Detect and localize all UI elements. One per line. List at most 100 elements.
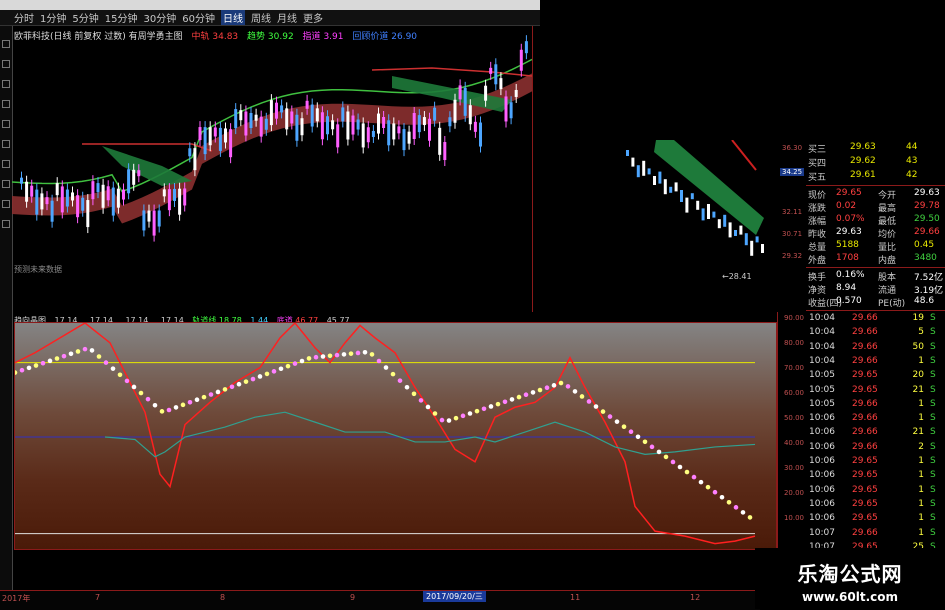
indicator-dot [138,390,144,396]
orderbook-row: 买五 29.61 42 [806,170,945,183]
candle [45,197,49,205]
candle [142,210,146,231]
period-tab[interactable]: 更多 [303,10,323,25]
tick-price: 29.65 [852,498,878,509]
indicator-dot [271,369,277,374]
tick-volume: 21 [912,427,924,438]
quote-panel: 买三 29.63 44 买四 29.62 43 买五 29.61 42 现价 29.65 今开 29.6… [806,140,945,608]
tool-icon[interactable] [2,40,10,48]
candle [315,108,319,122]
candle [310,104,314,127]
indicator-dot [152,402,158,408]
watermark-title: 乐淘公式网 [797,562,903,586]
period-tab[interactable]: 周线 [251,10,271,25]
candle [280,105,284,113]
tool-icon[interactable] [2,100,10,108]
y-tick-label: 20.00 [783,489,804,497]
tick-time: 10:04 [809,327,835,338]
tool-icon[interactable] [2,80,10,88]
indicator-dot [341,352,347,357]
tick-side: S [930,441,936,452]
mini-kline-panel[interactable]: ←28.41 [614,139,804,290]
candle [356,119,360,130]
tick-price: 29.65 [852,513,878,524]
tool-icon[interactable] [2,220,10,228]
mini-kline-chart[interactable] [614,139,782,290]
tick-time: 10:06 [809,413,835,424]
tick-time: 10:05 [809,384,835,395]
tick-side: S [930,341,936,352]
tick-side: S [930,327,936,338]
candle [178,188,182,215]
candle [25,181,29,202]
kline-panel[interactable] [11,26,533,312]
indicator-dot [432,411,438,416]
indicator-dot [89,348,95,353]
tick-price: 29.65 [852,370,878,381]
period-tab[interactable]: 1分钟 [40,10,66,25]
candle [479,122,482,147]
indicator-dot [229,384,235,390]
tool-icon[interactable] [2,140,10,148]
indicator-dot [26,365,32,371]
fund-value: 3.19亿 [914,286,944,296]
tick-price: 29.66 [852,441,878,452]
tick-row: 10:06 29.66 1 S [806,413,945,426]
candle [152,210,156,236]
period-tab[interactable]: 30分钟 [143,10,176,25]
indicator-dot [257,374,263,379]
candle [137,170,141,177]
mini-candle [680,190,683,202]
period-tab[interactable]: 60分钟 [182,10,215,25]
candle [86,200,90,228]
cursor-date: 2017/09/20/三 [423,591,486,602]
tool-icon[interactable] [2,120,10,128]
mini-candle [674,182,678,192]
period-tab[interactable]: 分时 [14,10,34,25]
stat-row: 外盘 1708 内盘 3480 [806,253,945,266]
mini-candle [642,160,646,176]
candle [453,99,457,123]
tick-time: 10:06 [809,427,835,438]
tool-icon[interactable] [2,200,10,208]
orderbook-price: 29.62 [850,156,876,166]
indicator-dot [460,413,466,419]
fund-label: 净资 [808,286,827,296]
tool-icon[interactable] [2,60,10,68]
candle [382,117,386,129]
period-tab[interactable]: 月线 [277,10,297,25]
period-tab[interactable]: 5分钟 [72,10,98,25]
tool-icon[interactable] [2,160,10,168]
candle [504,96,508,122]
tick-side: S [930,498,936,509]
tick-side: S [930,413,936,424]
stat-value: 29.63 [836,227,862,237]
candle [468,105,472,125]
indicator-dot [33,363,39,368]
candle [76,195,80,218]
candle [203,127,207,155]
stat-value: 5188 [836,240,859,250]
kline-chart[interactable] [11,26,533,312]
period-tab[interactable]: 日线 [220,10,245,25]
tick-volume: 19 [912,313,924,323]
stat-value: 1708 [836,253,859,263]
mini-candle [734,230,737,236]
candle [65,189,69,207]
stat-label: 最高 [878,204,897,214]
tick-price: 29.65 [852,470,878,481]
tick-side: S [930,470,936,481]
candle [127,169,131,194]
candle [428,118,431,141]
tool-icon[interactable] [2,180,10,188]
indicator-dot [320,354,326,359]
stat-label: 总量 [808,243,827,253]
candle [30,185,34,197]
period-tab[interactable]: 15分钟 [105,10,138,25]
indicator-chart[interactable] [15,323,778,551]
indicator-panel[interactable] [14,322,777,550]
indicator-dot [306,356,312,361]
tick-volume: 21 [912,384,924,395]
indicator-dot [705,484,711,490]
candle [438,127,442,155]
